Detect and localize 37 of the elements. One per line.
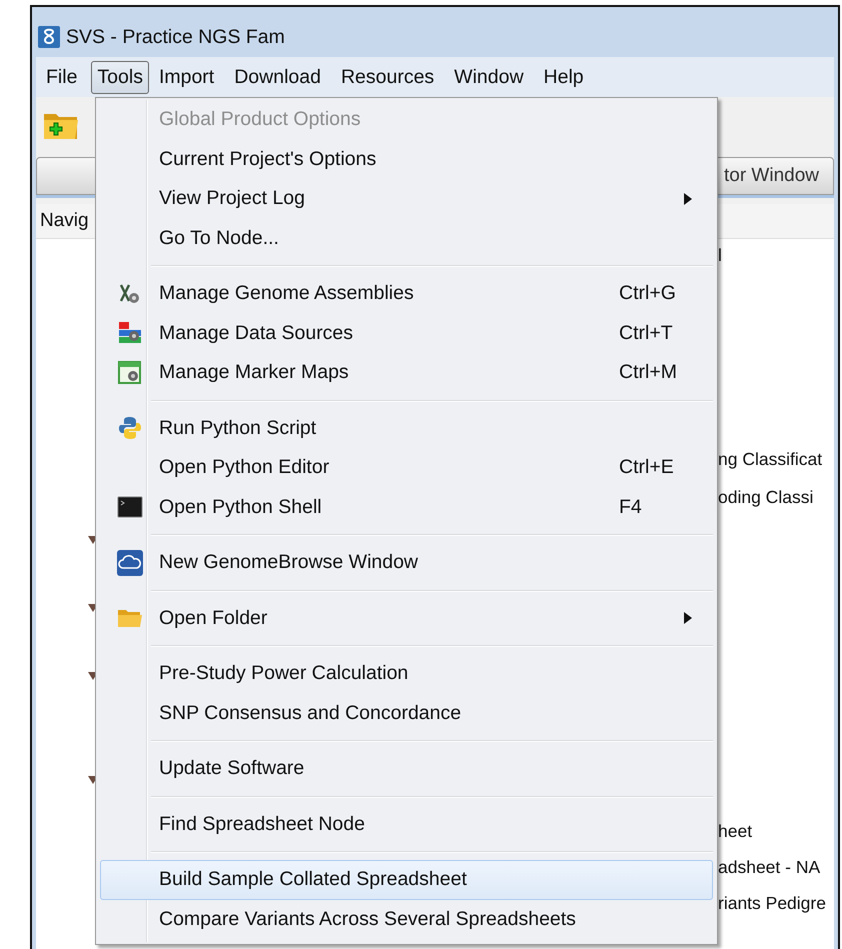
grid-gear-icon bbox=[118, 360, 142, 385]
menu-item[interactable]: Resources bbox=[334, 60, 440, 94]
menu-item[interactable]: Download bbox=[228, 60, 327, 94]
menu-item[interactable]: Manage Data Sources Ctrl+T bbox=[100, 314, 713, 353]
tree-item[interactable]: ng Classificat bbox=[718, 447, 826, 471]
menu-item[interactable]: Open Folder bbox=[100, 598, 713, 638]
menu-item[interactable]: Manage Marker Maps Ctrl+M bbox=[100, 353, 713, 392]
menu-item[interactable]: Run Python Script bbox=[100, 408, 713, 448]
menu-item[interactable]: Tools bbox=[91, 60, 149, 94]
menu-item[interactable]: Open Python Shell F4 bbox=[100, 488, 713, 527]
folder-icon bbox=[117, 607, 143, 630]
menu-item[interactable]: Current Project's Options bbox=[100, 140, 713, 179]
menu-item[interactable]: Update Software bbox=[100, 749, 713, 788]
app-logo-icon bbox=[38, 26, 60, 48]
menu-item[interactable]: Open Python Editor Ctrl+E bbox=[100, 448, 713, 488]
menu-item[interactable]: Build Sample Collated Spreadsheet bbox=[100, 860, 713, 900]
cloud-app-icon bbox=[117, 550, 143, 576]
menu-item[interactable]: New GenomeBrowse Window bbox=[100, 543, 713, 582]
menu-item[interactable]: Find Spreadsheet Node bbox=[100, 804, 713, 844]
tree-item[interactable]: heet bbox=[718, 819, 826, 843]
menu-item[interactable]: Import bbox=[152, 60, 220, 94]
data-sources-icon bbox=[118, 321, 142, 346]
window-title: SVS - Practice NGS Fam bbox=[66, 26, 285, 48]
tree-item[interactable]: oding Classi bbox=[718, 485, 826, 509]
menu-item[interactable]: Pre-Study Power Calculation bbox=[100, 654, 713, 694]
menu-item[interactable]: Window bbox=[448, 60, 530, 94]
python-icon bbox=[118, 416, 142, 440]
terminal-icon bbox=[117, 496, 143, 518]
tree-item[interactable]: l bbox=[718, 243, 826, 267]
menu-item[interactable]: Help bbox=[538, 60, 590, 94]
menu-item[interactable]: SNP Consensus and Concordance bbox=[100, 694, 713, 733]
menu-item[interactable]: File bbox=[40, 60, 84, 94]
menu-item[interactable]: Compare Variants Across Several Spreadsheets bbox=[100, 900, 713, 939]
helix-gear-icon bbox=[119, 282, 141, 305]
menu-item[interactable]: Manage Genome Assemblies Ctrl+G bbox=[100, 274, 713, 314]
tree-item[interactable]: riants Pedigre bbox=[718, 891, 826, 915]
tree-item[interactable]: adsheet - NA bbox=[718, 855, 826, 879]
